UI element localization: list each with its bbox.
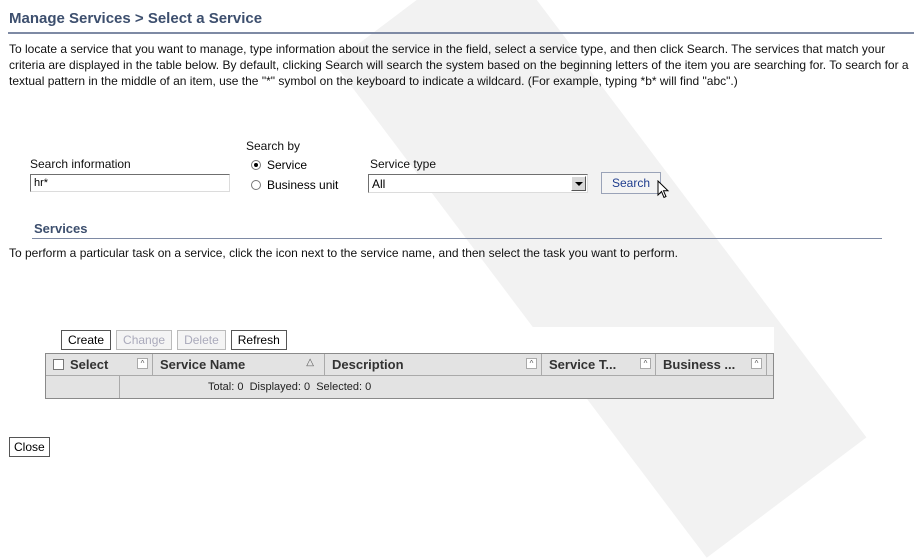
title-divider xyxy=(8,32,914,34)
footer-spacer xyxy=(46,376,120,398)
sort-ascending-icon[interactable]: △ xyxy=(306,358,314,369)
column-header-select[interactable]: Select ^ xyxy=(46,354,153,375)
chevron-down-icon[interactable] xyxy=(571,176,586,191)
services-divider xyxy=(32,238,882,239)
table-grid: Select ^ Service Name △ Description ^ Se… xyxy=(45,353,774,399)
create-button[interactable]: Create xyxy=(61,330,112,350)
refresh-button[interactable]: Refresh xyxy=(230,330,287,350)
table-footer-row: Total: 0 Displayed: 0 Selected: 0 xyxy=(46,376,773,398)
manage-services-page: Manage Services > Select a Service To lo… xyxy=(0,0,919,462)
column-business-unit-label: Business ... xyxy=(663,357,736,372)
column-header-service-type[interactable]: Service T... ^ xyxy=(542,354,656,375)
radio-service-label: Service xyxy=(267,158,308,172)
service-type-select[interactable]: All xyxy=(368,174,588,193)
column-header-description[interactable]: Description ^ xyxy=(325,354,542,375)
intro-text: To locate a service that you want to man… xyxy=(9,42,909,88)
table-header-row: Select ^ Service Name △ Description ^ Se… xyxy=(46,354,773,376)
services-description: To perform a particular task on a servic… xyxy=(9,246,678,260)
close-button[interactable]: Close xyxy=(9,437,50,457)
column-select-label: Select xyxy=(70,357,109,372)
radio-service-dot[interactable] xyxy=(251,160,261,170)
select-all-checkbox[interactable] xyxy=(53,359,64,370)
search-button[interactable]: Search xyxy=(601,172,661,194)
services-heading: Services xyxy=(34,221,88,236)
page-title: Manage Services > Select a Service xyxy=(9,10,263,27)
column-service-name-label: Service Name xyxy=(160,357,246,372)
search-input[interactable] xyxy=(30,174,230,192)
sort-caret-icon[interactable]: ^ xyxy=(137,358,148,369)
table-toolbar: Create Change Delete Refresh xyxy=(45,327,774,353)
service-type-value: All xyxy=(372,177,386,191)
radio-service[interactable]: Service xyxy=(251,158,307,172)
mouse-pointer-icon xyxy=(657,180,670,199)
sort-caret-icon[interactable]: ^ xyxy=(526,358,537,369)
change-button[interactable]: Change xyxy=(116,330,173,350)
sort-caret-icon[interactable]: ^ xyxy=(751,358,762,369)
sort-caret-icon[interactable]: ^ xyxy=(640,358,651,369)
column-header-service-name[interactable]: Service Name △ xyxy=(153,354,325,375)
radio-business-unit-dot[interactable] xyxy=(251,180,261,190)
radio-business-unit[interactable]: Business unit xyxy=(251,178,338,192)
service-type-label: Service type xyxy=(370,157,437,171)
search-info-label: Search information xyxy=(30,157,131,171)
services-table: Create Change Delete Refresh Select ^ Se… xyxy=(45,327,774,399)
delete-button[interactable]: Delete xyxy=(177,330,226,350)
search-by-label: Search by xyxy=(246,139,301,153)
radio-business-unit-label: Business unit xyxy=(267,178,339,192)
column-header-business-unit[interactable]: Business ... ^ xyxy=(656,354,767,375)
table-summary: Total: 0 Displayed: 0 Selected: 0 xyxy=(208,381,372,393)
column-description-label: Description xyxy=(332,357,404,372)
column-service-type-label: Service T... xyxy=(549,357,617,372)
